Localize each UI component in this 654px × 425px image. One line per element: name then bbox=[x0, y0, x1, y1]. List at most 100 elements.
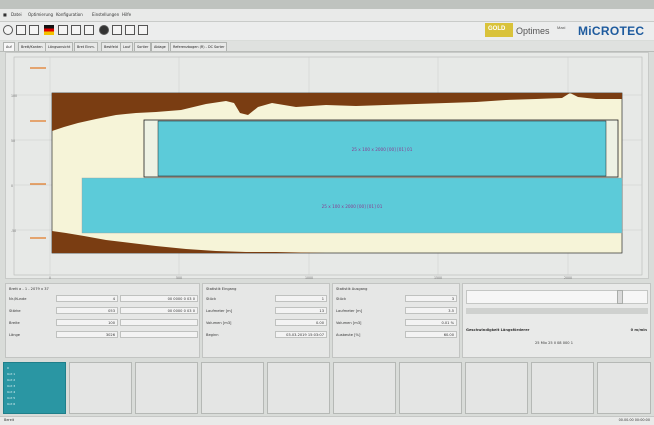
tab-laengsansicht[interactable]: Längsansicht bbox=[45, 42, 74, 51]
product-name: Optimes bbox=[516, 26, 550, 36]
row-label: Ausbeute [%] bbox=[336, 333, 361, 337]
gallery-icon[interactable] bbox=[84, 25, 94, 35]
record-icon[interactable] bbox=[99, 25, 109, 35]
y-tick: -50 bbox=[11, 229, 16, 233]
value-field: 3.5 bbox=[405, 307, 457, 314]
company-logo: MiCROTEC bbox=[578, 24, 645, 38]
x-tick: 1000 bbox=[305, 276, 313, 280]
row-label: Stück bbox=[206, 297, 217, 301]
row-label: Laufmeter [m] bbox=[206, 309, 233, 313]
row-label: Volumen [m3] bbox=[336, 321, 362, 325]
tab-bret-einm[interactable]: Bret Einm. bbox=[74, 42, 98, 51]
unlock-icon[interactable] bbox=[29, 25, 39, 35]
status-text: Bereit bbox=[4, 418, 15, 422]
y-tick: 0 bbox=[11, 184, 13, 188]
x-tick: 500 bbox=[176, 276, 182, 280]
board-thumbnail[interactable] bbox=[465, 362, 528, 414]
board-view: 25 x 100 x 2000 [00] [01] 01 25 x 100 x … bbox=[5, 52, 649, 280]
input-stats-header: Statistik Eingang bbox=[206, 287, 237, 291]
y-tick: 50 bbox=[11, 139, 15, 143]
value-field: 13 bbox=[275, 307, 327, 314]
row-label: Nr./Kunde bbox=[9, 297, 27, 301]
x-tick: 1500 bbox=[434, 276, 442, 280]
lower-board-label: 25 x 100 x 2000 [00] [01] 01 bbox=[322, 204, 383, 209]
board-thumbnail[interactable] bbox=[531, 362, 594, 414]
value-field: 00 0000 0 03 0 bbox=[120, 307, 198, 314]
row-label: Laufmeter [m] bbox=[336, 309, 363, 313]
menu-einstellungen[interactable]: Einstellungen bbox=[92, 12, 119, 17]
board-info-panel: Brett a - 1 - 2079 x 37 Nr./Kunde 4 00 0… bbox=[5, 283, 200, 358]
row-label: Beginn bbox=[206, 333, 219, 337]
row-label: Breite bbox=[9, 321, 20, 325]
board-thumbnail[interactable] bbox=[135, 362, 198, 414]
menu-optimierung[interactable]: Optimierung bbox=[28, 12, 53, 17]
board-thumbnail[interactable] bbox=[597, 362, 651, 414]
tab-lauf[interactable]: Lauf bbox=[120, 42, 134, 51]
menu-konfiguration[interactable]: Konfiguration bbox=[56, 12, 83, 17]
level-markers bbox=[30, 67, 46, 239]
value-field: 0.00 bbox=[275, 319, 327, 326]
value-field: 100 bbox=[56, 319, 118, 326]
row-label: Länge bbox=[9, 333, 20, 337]
output-stats-panel: Statistik Ausgang Stück 3 Laufmeter [m] … bbox=[332, 283, 460, 358]
value-field: 60.00 bbox=[405, 331, 457, 338]
product-edition: Maxi bbox=[557, 25, 566, 30]
board-thumbnail[interactable] bbox=[69, 362, 132, 414]
menu-datei[interactable]: Datei bbox=[11, 12, 22, 17]
x-tick: 0 bbox=[49, 276, 51, 280]
board-thumbnail[interactable] bbox=[201, 362, 264, 414]
speed-slider-handle[interactable] bbox=[617, 290, 623, 304]
value-field: 00 0000 0 03 0 bbox=[120, 295, 198, 302]
value-field: 3026 bbox=[56, 331, 118, 338]
menu-hilfe[interactable]: Hilfe bbox=[122, 12, 131, 17]
row-label: Volumen [m3] bbox=[206, 321, 232, 325]
check-icon[interactable] bbox=[138, 25, 148, 35]
speed-value: 0 m/min bbox=[630, 328, 647, 332]
speed-sub-info: 25 Mix 25 Il 08 000 1 bbox=[535, 341, 574, 345]
toolbar: GOLD Optimes Maxi MiCROTEC bbox=[0, 22, 654, 40]
board-info-header: Brett a - 1 - 2079 x 37 bbox=[9, 287, 49, 291]
tab-ablage[interactable]: Ablage bbox=[151, 42, 169, 51]
value-field: 053 bbox=[56, 307, 118, 314]
y-tick: 100 bbox=[11, 94, 17, 98]
power-icon[interactable] bbox=[3, 25, 13, 35]
value-field: 4 bbox=[56, 295, 118, 302]
speed-gauge-bar bbox=[466, 308, 648, 314]
value-field: 0.01 % bbox=[405, 319, 457, 326]
gold-logo-badge: GOLD bbox=[485, 23, 513, 37]
save-icon[interactable] bbox=[125, 25, 135, 35]
board-thumbnail[interactable] bbox=[399, 362, 462, 414]
upper-board-label: 25 x 100 x 2000 [00] [01] 01 bbox=[352, 147, 413, 152]
value-field: 3 bbox=[405, 295, 457, 302]
speed-panel: Geschwindigkeit Längsförderer 0 m/min 25… bbox=[462, 283, 651, 358]
window-titlebar bbox=[0, 0, 654, 9]
x-tick: 2000 bbox=[564, 276, 572, 280]
language-flag-icon[interactable] bbox=[44, 25, 54, 35]
board-thumbnail[interactable] bbox=[267, 362, 330, 414]
value-field: 03.03.2019 15:03:07 bbox=[275, 331, 327, 338]
tab-bar: Auf Brett/Kanten Längsansicht Bret Einm.… bbox=[0, 41, 654, 52]
output-stats-header: Statistik Ausgang bbox=[336, 287, 368, 291]
value-field: 1 bbox=[275, 295, 327, 302]
lock-icon[interactable] bbox=[16, 25, 26, 35]
board-thumbnail[interactable] bbox=[333, 362, 396, 414]
board-diagram: 25 x 100 x 2000 [00] [01] 01 25 x 100 x … bbox=[11, 56, 643, 280]
app-menu-icon[interactable]: ■ bbox=[3, 12, 7, 17]
speed-label: Geschwindigkeit Längsförderer bbox=[466, 328, 530, 332]
status-clock: 00.00.00 00:00:00 bbox=[618, 418, 650, 422]
row-label: Stück bbox=[336, 297, 347, 301]
tab-brett-kanten[interactable]: Brett/Kanten bbox=[18, 42, 46, 51]
image-icon[interactable] bbox=[71, 25, 81, 35]
tab-sortier[interactable]: Sortier bbox=[134, 42, 152, 51]
row-label: Stärke bbox=[9, 309, 21, 313]
tab-referenzbogen[interactable]: Referenzbogen (R) - DC Sorter bbox=[170, 42, 228, 51]
export-icon[interactable] bbox=[112, 25, 122, 35]
value-field bbox=[120, 331, 198, 338]
tab-bestfeld[interactable]: Bestfeld bbox=[101, 42, 121, 51]
menu-bar: ■ Datei Optimierung Konfiguration Einste… bbox=[0, 9, 654, 22]
tab-auf[interactable]: Auf bbox=[3, 42, 15, 51]
input-stats-panel: Statistik Eingang Stück 1 Laufmeter [m] … bbox=[202, 283, 330, 358]
board-thumbnail-active[interactable]: 0 Unt 1 Unt 2 Unt 3 Unt 4 Unt 5 Unt 6 bbox=[3, 362, 66, 414]
value-field bbox=[120, 319, 198, 326]
chart-icon[interactable] bbox=[58, 25, 68, 35]
